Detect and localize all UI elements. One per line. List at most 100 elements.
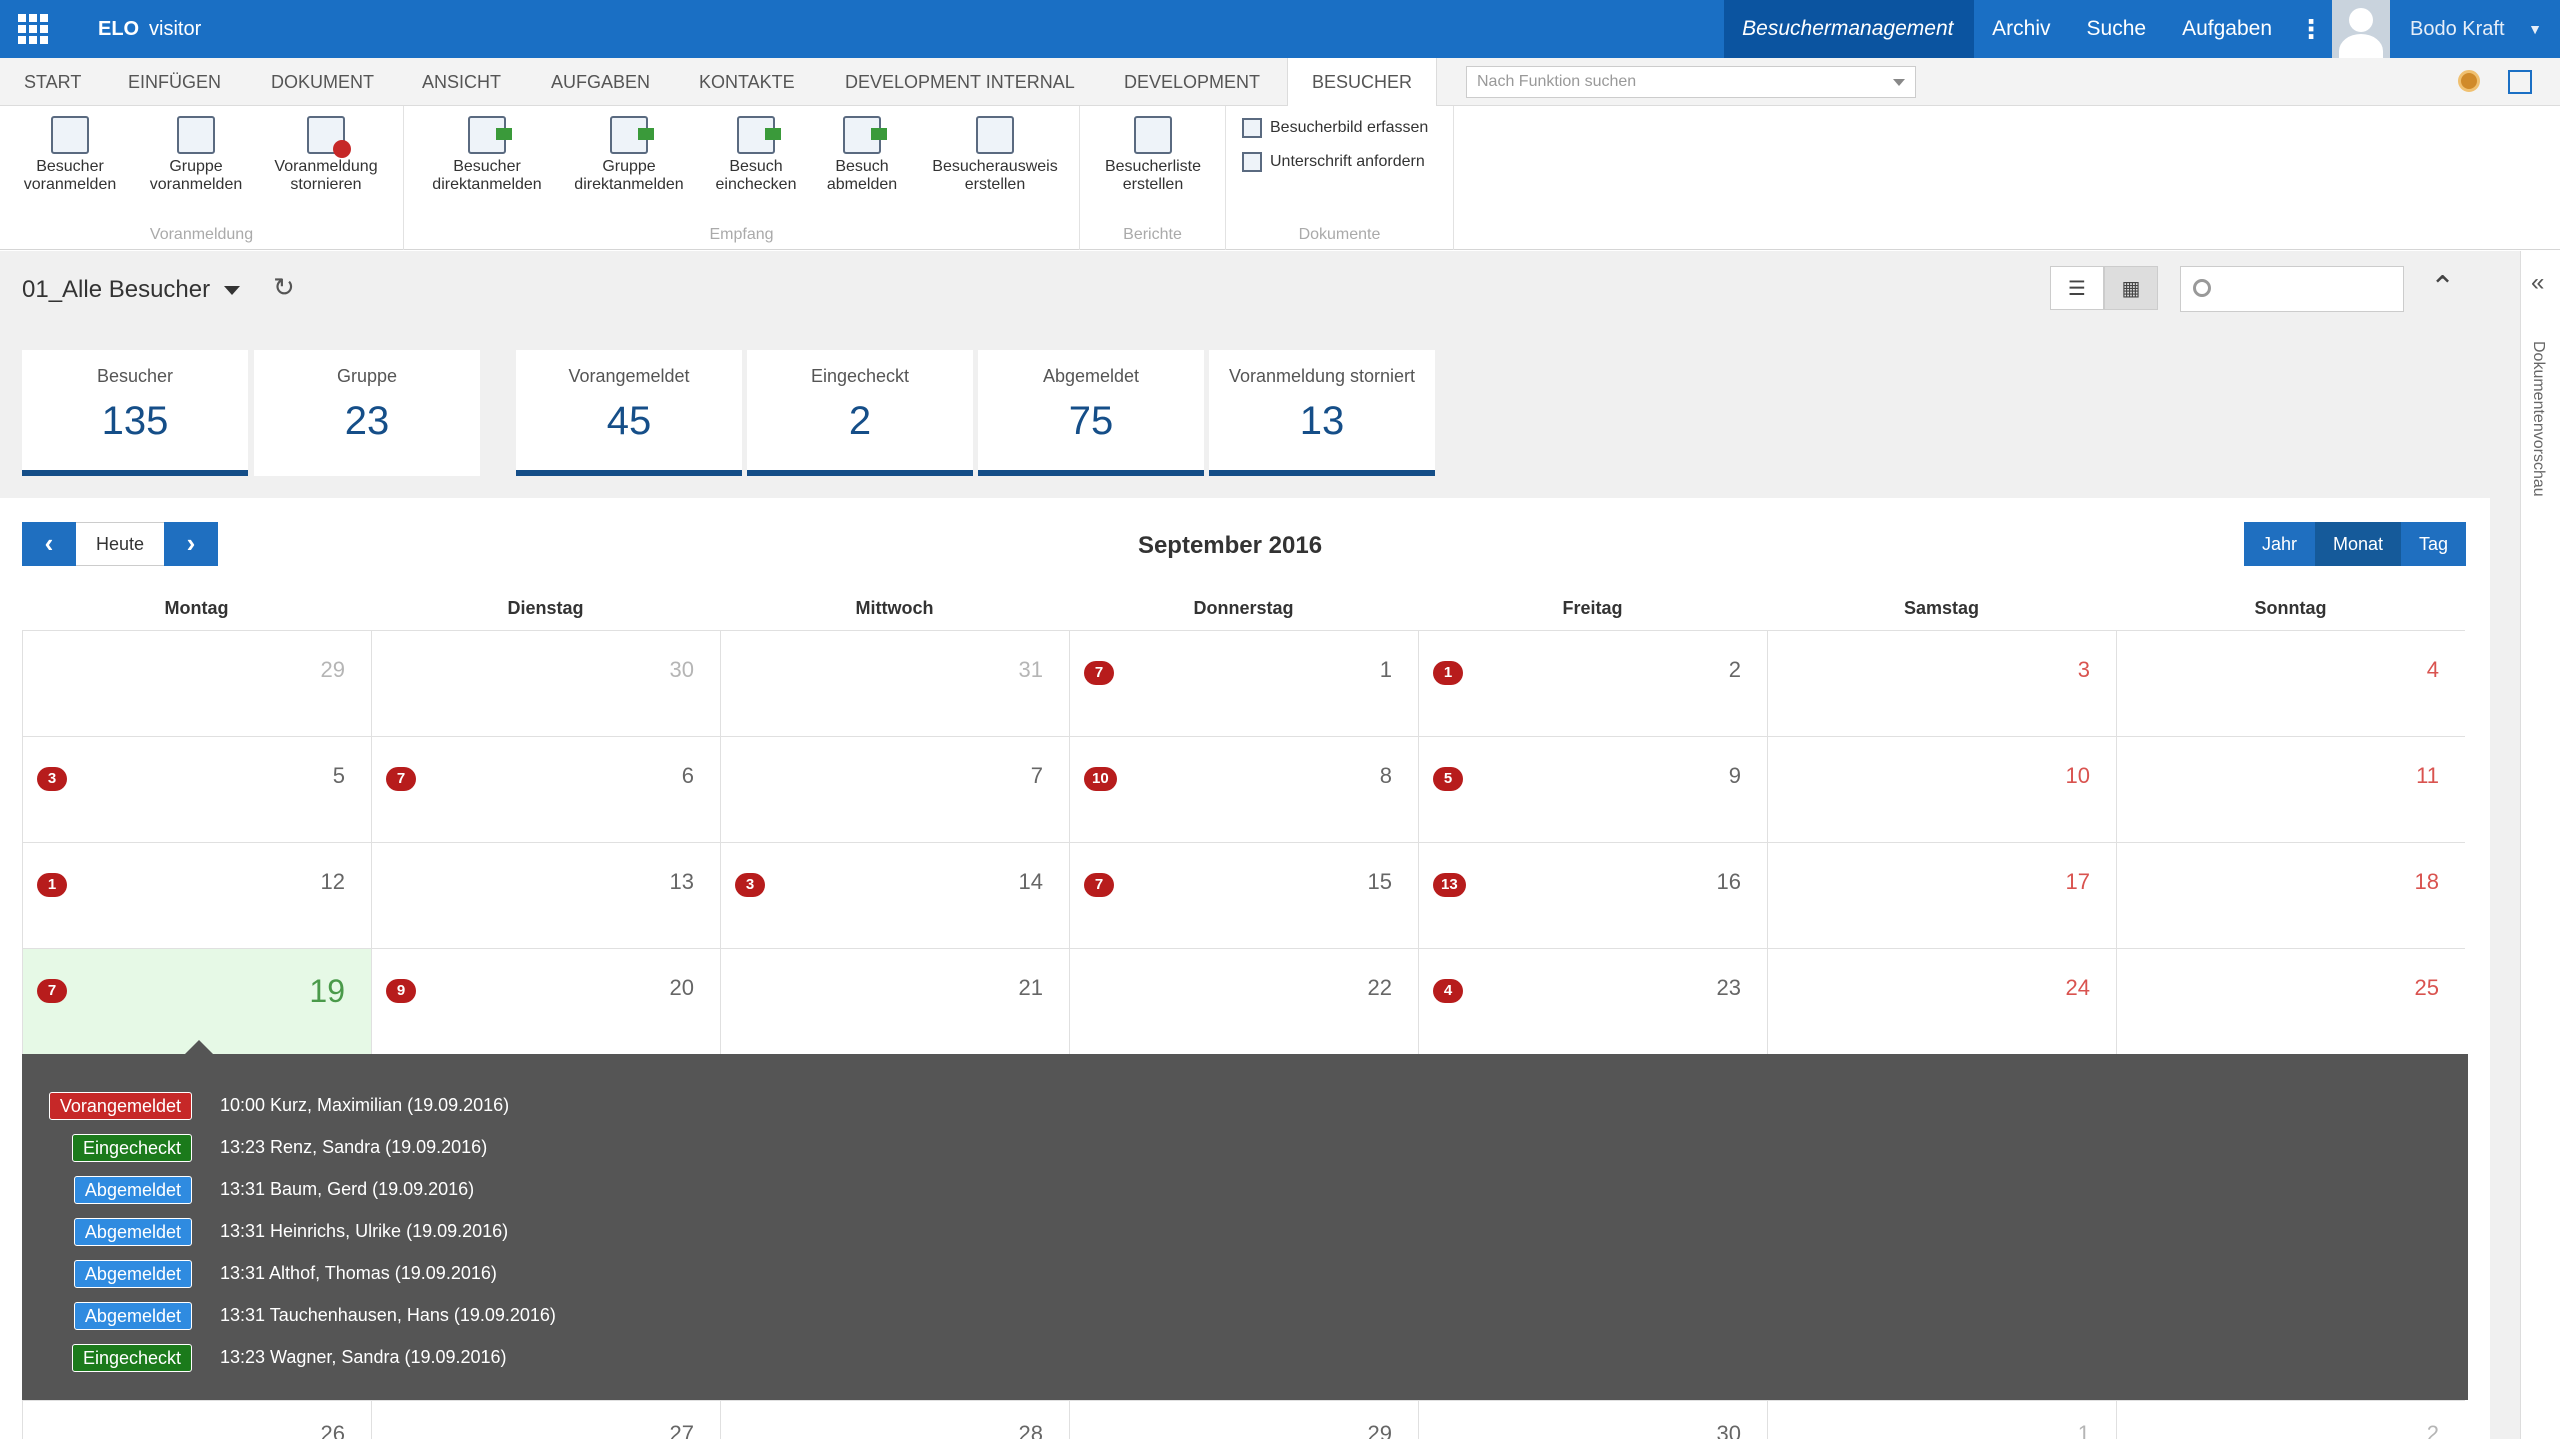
calendar-day-cell[interactable]: 17: [1767, 842, 2116, 948]
fullscreen-icon[interactable]: [2508, 70, 2532, 94]
calendar-day-cell[interactable]: 67: [371, 736, 720, 842]
visitor-entry[interactable]: Abgemeldet: [73, 1218, 206, 1246]
besucherliste-erstellen-button[interactable]: Besucherliste erstellen: [1100, 116, 1206, 194]
function-search-input[interactable]: Nach Funktion suchen: [1466, 66, 1916, 98]
calendar-view-icon[interactable]: ▦: [2104, 266, 2158, 310]
scale-tag[interactable]: Tag: [2401, 522, 2467, 566]
tab-besucher[interactable]: BESUCHER: [1287, 58, 1438, 107]
stat-card[interactable]: Vorangemeldet 45: [516, 350, 742, 476]
calendar-day-cell[interactable]: 23 4: [1418, 948, 1767, 1054]
list-view-icon[interactable]: ☰: [2050, 266, 2104, 310]
visitor-entry[interactable]: Abgemeldet: [73, 1302, 206, 1330]
nav-aufgaben[interactable]: Aufgaben: [2164, 0, 2290, 58]
calendar-day-cell[interactable]: 10: [1767, 736, 2116, 842]
chevron-up-icon[interactable]: ⌃: [2430, 270, 2455, 305]
calendar-day-cell[interactable]: 21: [1418, 630, 1767, 736]
calendar-day-cell[interactable]: 30: [1418, 1400, 1767, 1439]
nav-besuchermanagement[interactable]: Besuchermanagement: [1724, 0, 1975, 58]
calendar-day-cell[interactable]: 7: [720, 736, 1069, 842]
calendar-day-cell[interactable]: 20 9: [371, 948, 720, 1054]
tab-development-internal[interactable]: DEVELOPMENT INTERNAL: [821, 58, 1099, 106]
stat-card[interactable]: Eingecheckt 2: [747, 350, 973, 476]
next-month-icon[interactable]: ›: [164, 522, 218, 566]
tab-dokument[interactable]: DOKUMENT: [247, 58, 398, 106]
calendar-day-cell[interactable]: 11: [2116, 736, 2465, 842]
besucherausweis-erstellen-button[interactable]: Besucherausweis erstellen: [920, 116, 1070, 194]
visitor-entry[interactable]: Vorangemeldet: [48, 1092, 206, 1120]
group-label: Empfang: [709, 226, 774, 243]
visitor-entry[interactable]: Eingecheckt: [71, 1134, 206, 1162]
calendar-day-cell[interactable]: 16 13: [1418, 842, 1767, 948]
calendar-day-cell[interactable]: 95: [1418, 736, 1767, 842]
visitor-entry[interactable]: Abgemeldet: [73, 1176, 206, 1204]
scale-jahr[interactable]: Jahr: [2244, 522, 2316, 566]
nav-suche[interactable]: Suche: [2069, 0, 2165, 58]
calendar-day-cell[interactable]: 28: [720, 1400, 1069, 1439]
calendar-day-cell[interactable]: 19 7: [22, 948, 371, 1054]
besucher-direktanmelden-button[interactable]: Besucher direktanmelden: [424, 116, 550, 194]
top-bar: ELO visitor Besuchermanagement Archiv Su…: [0, 0, 2560, 58]
gruppe-direktanmelden-button[interactable]: Gruppe direktanmelden: [566, 116, 692, 194]
more-menu-icon[interactable]: ⋮: [2290, 0, 2332, 58]
calendar-day-cell[interactable]: 26: [22, 1400, 371, 1439]
calendar-day-cell[interactable]: 27: [371, 1400, 720, 1439]
besuch-einchecken-button[interactable]: Besuch einchecken: [706, 116, 806, 194]
visitor-entry[interactable]: Eingecheckt: [71, 1344, 206, 1372]
tab-kontakte[interactable]: KONTAKTE: [675, 58, 819, 106]
user-menu[interactable]: Bodo Kraft ▼: [2390, 0, 2560, 58]
calendar-day-cell[interactable]: 29: [22, 630, 371, 736]
calendar-day-cell[interactable]: 31: [720, 630, 1069, 736]
calendar-day-cell[interactable]: 12 1: [22, 842, 371, 948]
app-grid-icon[interactable]: [18, 14, 48, 44]
calendar-day-cell[interactable]: 22: [1069, 948, 1418, 1054]
calendar-day-cell[interactable]: 24: [1767, 948, 2116, 1054]
visitor-entry[interactable]: Abgemeldet: [73, 1260, 206, 1288]
calendar-day-cell[interactable]: 15 7: [1069, 842, 1418, 948]
calendar-day-cell[interactable]: 3: [1767, 630, 2116, 736]
stat-card[interactable]: Gruppe 23: [254, 350, 480, 476]
calendar-day-cell[interactable]: 13: [371, 842, 720, 948]
calendar-day-cell[interactable]: 2: [2116, 1400, 2465, 1439]
calendar-day-cell[interactable]: 30: [371, 630, 720, 736]
today-button[interactable]: Heute: [76, 522, 164, 566]
besucher-voranmelden-button[interactable]: Besucher voranmelden: [20, 116, 120, 194]
day-number: 22: [1367, 975, 1392, 1000]
gruppe-voranmelden-button[interactable]: Gruppe voranmelden: [146, 116, 246, 194]
nav-archiv[interactable]: Archiv: [1974, 0, 2068, 58]
unterschrift-anfordern-button[interactable]: Unterschrift anfordern: [1242, 152, 1425, 172]
calendar-day-cell[interactable]: 1: [1767, 1400, 2116, 1439]
prev-month-icon[interactable]: ‹: [22, 522, 76, 566]
visitor-entry-text: 13:31 Tauchenhausen, Hans (19.09.2016): [220, 1305, 556, 1325]
avatar[interactable]: [2332, 0, 2390, 58]
button-label: Gruppe: [169, 158, 223, 175]
tab-einfuegen[interactable]: EINFÜGEN: [104, 58, 245, 106]
refresh-icon[interactable]: ↻: [273, 272, 295, 303]
collapse-left-icon[interactable]: «: [2531, 269, 2544, 297]
tab-aufgaben[interactable]: AUFGABEN: [527, 58, 674, 106]
calendar-day-cell[interactable]: 29: [1069, 1400, 1418, 1439]
signature-icon: [1242, 152, 1262, 172]
stat-card[interactable]: Abgemeldet 75: [978, 350, 1204, 476]
view-selector[interactable]: 01_Alle Besucher: [22, 276, 241, 304]
calendar-day-cell[interactable]: 4: [2116, 630, 2465, 736]
tab-ansicht[interactable]: ANSICHT: [398, 58, 525, 106]
cookie-icon[interactable]: [2458, 70, 2480, 92]
calendar-day-cell[interactable]: 8 10: [1069, 736, 1418, 842]
button-label: Besucherliste: [1104, 158, 1202, 175]
stat-card[interactable]: Besucher 135: [22, 350, 248, 476]
calendar-day-cell[interactable]: 21: [720, 948, 1069, 1054]
tab-development[interactable]: DEVELOPMENT: [1100, 58, 1284, 106]
voranmeldung-stornieren-button[interactable]: Voranmeldung stornieren: [266, 116, 386, 194]
sidebar-label[interactable]: Dokumentenvorschau: [2529, 341, 2547, 497]
tab-start[interactable]: START: [0, 58, 105, 106]
stat-card[interactable]: Voranmeldung storniert 13: [1209, 350, 1435, 476]
calendar-day-cell[interactable]: 18: [2116, 842, 2465, 948]
calendar-day-cell[interactable]: 25: [2116, 948, 2465, 1054]
search-input[interactable]: [2180, 266, 2404, 312]
calendar-day-cell[interactable]: 17: [1069, 630, 1418, 736]
scale-monat[interactable]: Monat: [2315, 522, 2402, 566]
calendar-day-cell[interactable]: 53: [22, 736, 371, 842]
besucherbild-erfassen-button[interactable]: Besucherbild erfassen: [1242, 118, 1428, 138]
besuch-abmelden-button[interactable]: Besuch abmelden: [812, 116, 912, 194]
calendar-day-cell[interactable]: 14 3: [720, 842, 1069, 948]
